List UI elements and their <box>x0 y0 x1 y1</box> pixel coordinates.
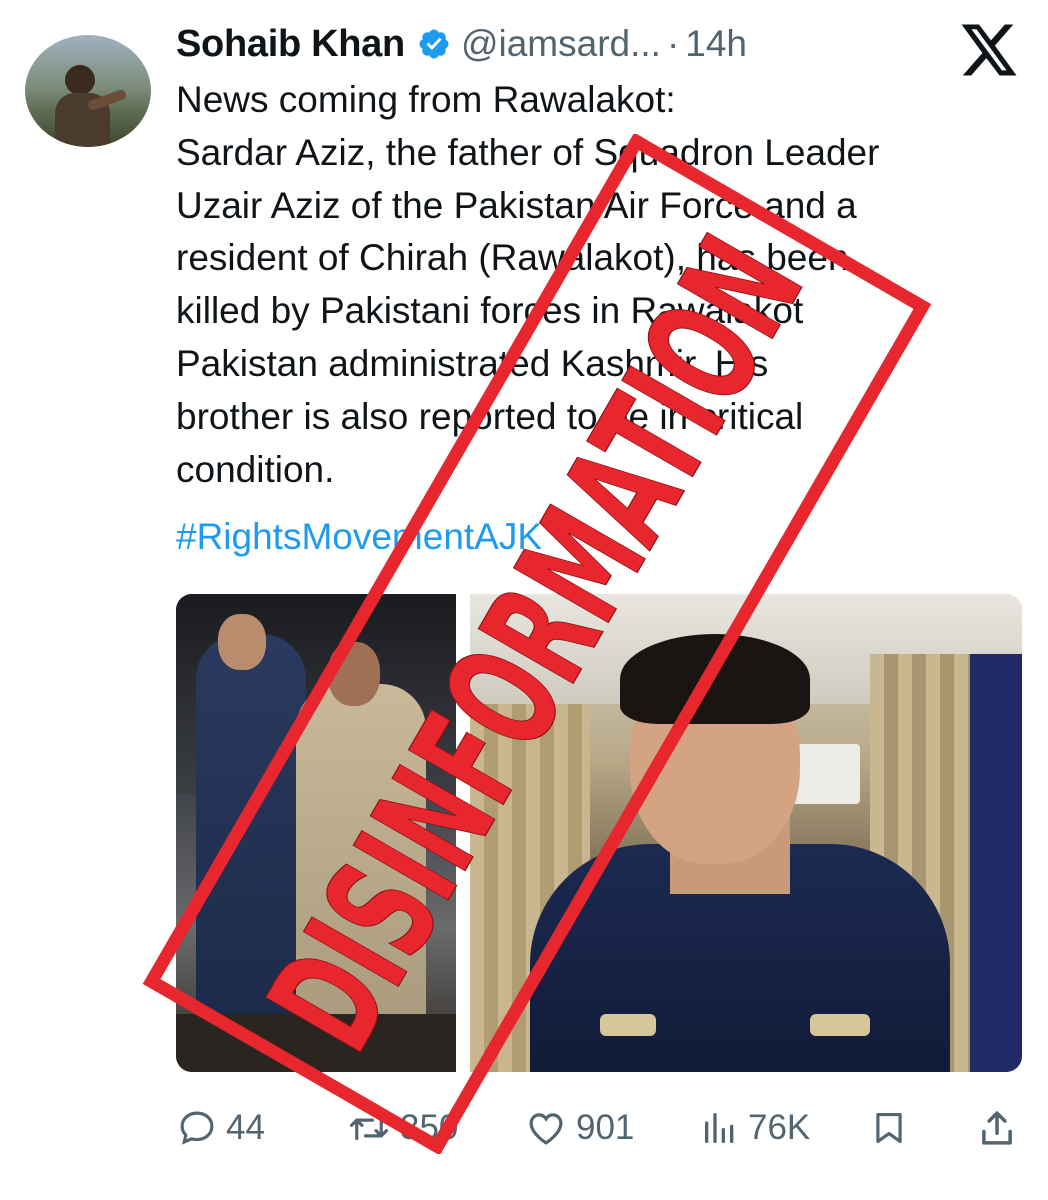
author-name[interactable]: Sohaib Khan <box>176 23 405 66</box>
photo-wings-badge <box>600 1014 656 1036</box>
photo-elder-figure <box>296 684 426 1034</box>
post-time[interactable]: 14h <box>685 23 747 65</box>
reply-icon <box>180 1111 214 1145</box>
tweet-line: killed by Pakistani forces in Rawalakot <box>176 290 804 332</box>
like-count: 901 <box>576 1108 635 1147</box>
photo-elder-head <box>328 642 380 706</box>
views-button[interactable]: 76K <box>700 1104 810 1152</box>
photo-floor <box>176 1014 456 1072</box>
photo-officer-head <box>218 614 266 670</box>
tweet-line: Pakistan administrated Kashmir. His <box>176 342 769 384</box>
photo-blue-curtain <box>970 654 1022 1072</box>
tweet-body: News coming from Rawalakot: Sardar Aziz,… <box>176 74 1026 496</box>
bookmark-button[interactable] <box>870 1104 916 1152</box>
photo-wings-badge <box>810 1014 870 1036</box>
media-grid <box>176 594 1022 1074</box>
reply-button[interactable]: 44 <box>176 1104 265 1152</box>
heart-icon <box>529 1113 563 1145</box>
hashtag-link[interactable]: #RightsMovementAJK <box>176 516 542 558</box>
avatar[interactable] <box>25 35 151 147</box>
author-handle[interactable]: @iamsard... <box>461 23 661 65</box>
avatar-figure-head <box>65 65 95 95</box>
tweet-line: Sardar Aziz, the father of Squadron Lead… <box>176 131 880 173</box>
photo-hair <box>620 634 810 724</box>
photo-officer-with-father[interactable] <box>176 594 456 1072</box>
bookmark-icon <box>876 1112 902 1144</box>
photo-officer-figure <box>196 634 306 1034</box>
repost-count: 350 <box>400 1108 459 1147</box>
tweet-line: Uzair Aziz of the Pakistan Air Force and… <box>176 184 857 226</box>
tweet-line: News coming from Rawalakot: <box>176 79 676 120</box>
repost-button[interactable]: 350 <box>346 1104 458 1152</box>
photo-officer-portrait[interactable] <box>470 594 1022 1072</box>
tweet-header: Sohaib Khan @iamsard... · 14h <box>176 20 747 68</box>
share-button[interactable] <box>976 1104 1026 1152</box>
repost-icon <box>349 1115 389 1141</box>
tweet-line: brother is also reported to be in critic… <box>176 395 804 437</box>
action-bar: 44 350 901 76K <box>176 1104 1026 1152</box>
tweet-card: Sohaib Khan @iamsard... · 14h News comin… <box>0 0 1048 1200</box>
x-logo-icon <box>961 24 1017 76</box>
like-button[interactable]: 901 <box>524 1104 634 1152</box>
views-chart-icon <box>705 1113 734 1143</box>
tweet-line: resident of Chirah (Rawalakot), has been <box>176 237 849 279</box>
share-icon <box>982 1111 1012 1145</box>
separator-dot: · <box>666 23 680 64</box>
tweet-line: condition. <box>176 448 335 490</box>
verified-badge-icon <box>419 29 449 59</box>
view-count: 76K <box>748 1108 811 1147</box>
reply-count: 44 <box>226 1108 265 1147</box>
